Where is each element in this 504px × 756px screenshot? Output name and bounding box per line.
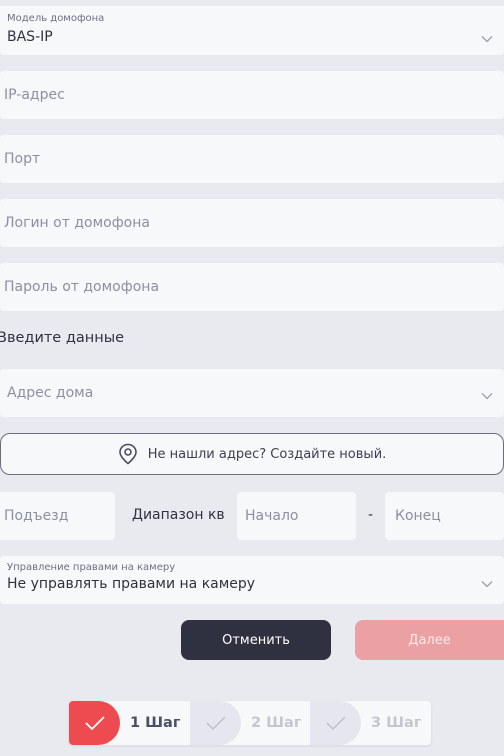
location-pin-icon bbox=[118, 443, 137, 465]
camera-rights-value: Не управлять правами на камеру bbox=[7, 576, 256, 592]
step-indicator: 1 Шаг 2 Шаг 3 Шаг bbox=[69, 701, 431, 745]
step-1-label: 1 Шаг bbox=[130, 715, 181, 731]
intercom-password-placeholder: Пароль от домофона bbox=[4, 279, 160, 295]
house-address-placeholder: Адрес дома bbox=[7, 385, 94, 401]
cancel-button[interactable]: Отменить bbox=[181, 620, 331, 660]
ip-address-input[interactable]: IP-адрес bbox=[0, 71, 504, 119]
intercom-model-label: Модель домофона bbox=[7, 13, 105, 24]
chevron-down-icon bbox=[481, 36, 493, 43]
intercom-model-value: BAS-IP bbox=[7, 29, 53, 45]
step-1[interactable]: 1 Шаг bbox=[69, 701, 190, 745]
step-3-label: 3 Шаг bbox=[371, 715, 422, 731]
ip-address-placeholder: IP-адрес bbox=[4, 87, 65, 103]
step-2-label: 2 Шаг bbox=[251, 715, 302, 731]
chevron-down-icon bbox=[481, 581, 493, 588]
step-1-check bbox=[69, 701, 120, 745]
create-address-label: Не нашли адрес? Создайте новый. bbox=[147, 446, 387, 462]
range-end-placeholder: Конец bbox=[395, 508, 441, 524]
port-placeholder: Порт bbox=[4, 151, 41, 167]
apartment-range-label: Диапазон кв bbox=[132, 507, 225, 523]
port-input[interactable]: Порт bbox=[0, 135, 504, 183]
step-2[interactable]: 2 Шаг bbox=[190, 701, 310, 745]
camera-rights-label: Управление правами на камеру bbox=[7, 562, 176, 573]
step-2-check bbox=[190, 701, 241, 745]
checkmark-icon bbox=[84, 716, 105, 731]
range-start-input[interactable]: Начало bbox=[237, 492, 356, 540]
chevron-down-icon bbox=[481, 393, 493, 400]
range-dash: - bbox=[368, 507, 374, 523]
checkmark-icon bbox=[205, 716, 226, 731]
entrance-placeholder: Подъезд bbox=[4, 508, 69, 524]
entrance-input[interactable]: Подъезд bbox=[0, 492, 115, 540]
step-3-check bbox=[310, 701, 361, 745]
range-end-input[interactable]: Конец bbox=[385, 492, 504, 540]
intercom-password-input[interactable]: Пароль от домофона bbox=[0, 263, 504, 311]
section-title: Введите данные bbox=[0, 330, 125, 346]
camera-rights-select[interactable]: Управление правами на камеру Не управлят… bbox=[0, 556, 504, 604]
house-address-select[interactable]: Адрес дома bbox=[0, 369, 504, 417]
intercom-login-placeholder: Логин от домофона bbox=[4, 215, 150, 231]
step-3[interactable]: 3 Шаг bbox=[310, 701, 431, 745]
intercom-login-input[interactable]: Логин от домофона bbox=[0, 199, 504, 247]
next-button[interactable]: Далее bbox=[355, 620, 504, 660]
checkmark-icon bbox=[325, 716, 346, 731]
create-address-button[interactable]: Не нашли адрес? Создайте новый. bbox=[0, 433, 504, 475]
range-start-placeholder: Начало bbox=[245, 508, 299, 524]
intercom-model-select[interactable]: Модель домофона BAS-IP bbox=[0, 6, 504, 55]
